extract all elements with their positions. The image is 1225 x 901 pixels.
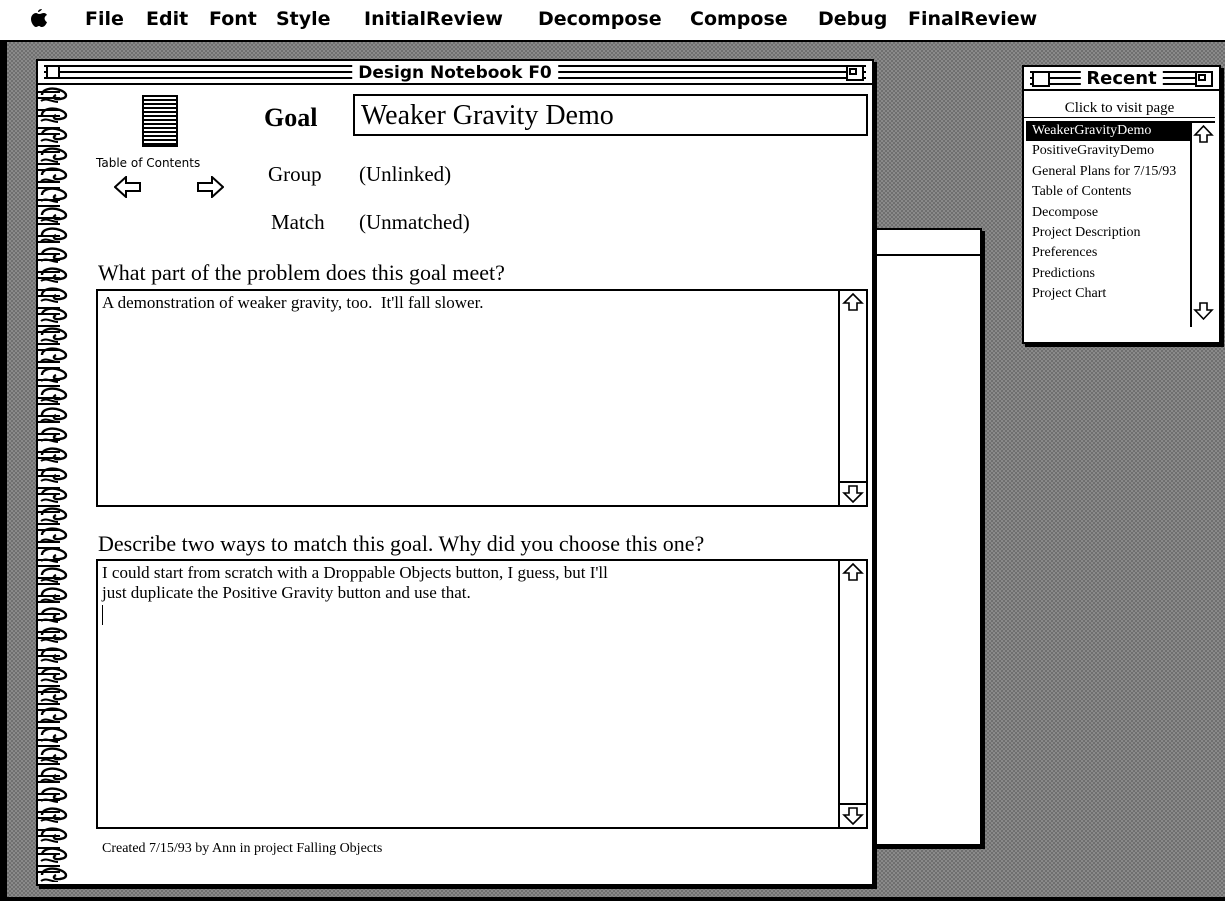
spiral-rings-icon [38, 85, 72, 882]
table-of-contents-label[interactable]: Table of Contents [96, 156, 200, 170]
question-1: What part of the problem does this goal … [98, 260, 505, 285]
recent-scrollbar[interactable] [1190, 121, 1215, 327]
match-label: Match [271, 210, 325, 234]
menu-debug[interactable]: Debug [818, 8, 887, 30]
close-box[interactable] [46, 65, 60, 79]
table-of-contents-icon[interactable] [142, 95, 178, 147]
scroll-down-arrow-icon[interactable] [840, 481, 866, 505]
zoom-box[interactable] [846, 65, 864, 81]
previous-page-arrow-icon[interactable] [113, 174, 142, 200]
recent-item-preferences[interactable]: Preferences [1026, 243, 1190, 263]
question-2: Describe two ways to match this goal. Wh… [98, 531, 705, 556]
recent-item-positive-gravity-demo[interactable]: PositiveGravityDemo [1026, 141, 1190, 161]
menu-file[interactable]: File [85, 8, 124, 30]
background-window-titlebar[interactable] [864, 230, 980, 256]
answer-2-scrollbar[interactable] [838, 561, 866, 827]
recent-hint: Click to visit page [1024, 100, 1215, 118]
answer-1-text[interactable]: A demonstration of weaker gravity, too. … [102, 293, 832, 313]
answer-2-text[interactable]: I could start from scratch with a Droppa… [102, 563, 832, 603]
scroll-down-arrow-icon[interactable] [1192, 300, 1215, 327]
menu-initial-review[interactable]: InitialReview [364, 8, 503, 30]
recent-list: WeakerGravityDemo PositiveGravityDemo Ge… [1026, 121, 1190, 305]
menu-bar: File Edit Font Style InitialReview Decom… [0, 0, 1225, 42]
recent-titlebar[interactable]: Recent [1024, 67, 1219, 91]
scroll-up-arrow-icon[interactable] [1192, 123, 1215, 150]
apple-icon[interactable] [30, 8, 48, 33]
menu-compose[interactable]: Compose [690, 8, 788, 30]
recent-item-table-of-contents[interactable]: Table of Contents [1026, 182, 1190, 202]
recent-title: Recent [1080, 69, 1163, 89]
next-page-arrow-icon[interactable] [196, 174, 225, 200]
text-cursor [102, 605, 103, 625]
menu-font[interactable]: Font [209, 8, 257, 30]
group-value[interactable]: (Unlinked) [359, 162, 451, 187]
scroll-up-arrow-icon[interactable] [840, 291, 866, 313]
match-value[interactable]: (Unmatched) [359, 210, 470, 235]
recent-item-general-plans[interactable]: General Plans for 7/15/93 [1026, 162, 1190, 182]
menu-style[interactable]: Style [276, 8, 331, 30]
spiral-binding [38, 85, 72, 882]
recent-item-decompose[interactable]: Decompose [1026, 203, 1190, 223]
recent-item-weaker-gravity-demo[interactable]: WeakerGravityDemo [1026, 121, 1190, 142]
menu-edit[interactable]: Edit [146, 8, 188, 30]
notebook-title: Design Notebook F0 [352, 63, 558, 83]
goal-label: Goal [264, 103, 318, 132]
recent-item-predictions[interactable]: Predictions [1026, 264, 1190, 284]
answer-1-textarea[interactable]: A demonstration of weaker gravity, too. … [96, 289, 868, 507]
scroll-up-arrow-icon[interactable] [840, 561, 866, 583]
design-notebook-window: Design Notebook F0 Table of Contents Goa… [36, 59, 874, 886]
scroll-down-arrow-icon[interactable] [840, 803, 866, 827]
background-window[interactable] [862, 228, 982, 846]
recent-item-project-description[interactable]: Project Description [1026, 223, 1190, 243]
created-footer: Created 7/15/93 by Ann in project Fallin… [102, 841, 383, 856]
zoom-box[interactable] [1195, 71, 1213, 87]
menu-decompose[interactable]: Decompose [538, 8, 662, 30]
recent-item-project-chart[interactable]: Project Chart [1026, 284, 1190, 304]
recent-window: Recent Click to visit page WeakerGravity… [1022, 65, 1221, 344]
group-label: Group [268, 162, 322, 186]
close-box[interactable] [1032, 71, 1050, 87]
answer-2-textarea[interactable]: I could start from scratch with a Droppa… [96, 559, 868, 829]
notebook-titlebar[interactable]: Design Notebook F0 [38, 61, 872, 85]
goal-field[interactable]: Weaker Gravity Demo [353, 94, 868, 136]
menu-final-review[interactable]: FinalReview [908, 8, 1037, 30]
answer-1-scrollbar[interactable] [838, 291, 866, 505]
